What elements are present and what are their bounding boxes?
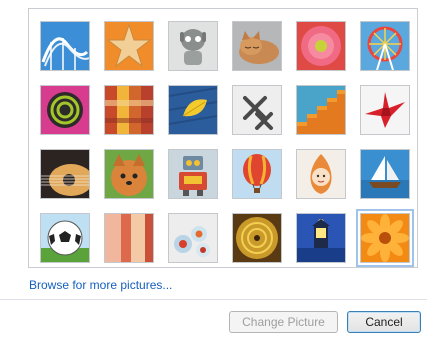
picture-sailboat[interactable]: [360, 149, 410, 199]
picture-doll[interactable]: [296, 149, 346, 199]
pink-flower-image: [297, 22, 345, 70]
picture-roller-coaster[interactable]: [40, 21, 90, 71]
change-picture-button[interactable]: Change Picture: [229, 311, 338, 333]
orange-flower-image: [361, 214, 409, 262]
picture-paper-crane[interactable]: [360, 85, 410, 135]
paper-crane-image: [361, 86, 409, 134]
picture-ferris-wheel[interactable]: [360, 21, 410, 71]
robot-image: [169, 22, 217, 70]
lighthouse-image: [297, 214, 345, 262]
tin-robot-image: [169, 150, 217, 198]
picture-soccer-ball[interactable]: [40, 213, 90, 263]
roller-coaster-image: [41, 22, 89, 70]
picture-pink-flower[interactable]: [296, 21, 346, 71]
picture-guitar[interactable]: [40, 149, 90, 199]
button-bar-divider: [0, 299, 427, 300]
puppy-image: [105, 150, 153, 198]
cancel-button[interactable]: Cancel: [347, 311, 421, 333]
picture-cloth[interactable]: [104, 213, 154, 263]
jacks-image: [233, 86, 281, 134]
leaf-image: [169, 86, 217, 134]
soccer-ball-image: [41, 214, 89, 262]
starfish-image: [105, 22, 153, 70]
hot-air-balloon-image: [233, 150, 281, 198]
fan-image: [233, 214, 281, 262]
ball-image: [41, 86, 89, 134]
picture-gallery: [28, 8, 418, 268]
cloth-image: [105, 214, 153, 262]
guitar-image: [41, 150, 89, 198]
picture-robot[interactable]: [168, 21, 218, 71]
picture-ball[interactable]: [40, 85, 90, 135]
picture-hot-air-balloon[interactable]: [232, 149, 282, 199]
picture-fabric[interactable]: [104, 85, 154, 135]
picture-stairs[interactable]: [296, 85, 346, 135]
kitten-image: [233, 22, 281, 70]
picture-leaf[interactable]: [168, 85, 218, 135]
fabric-image: [105, 86, 153, 134]
picture-kitten[interactable]: [232, 21, 282, 71]
picture-marbles[interactable]: [168, 213, 218, 263]
picture-fan[interactable]: [232, 213, 282, 263]
picture-jacks[interactable]: [232, 85, 282, 135]
marbles-image: [169, 214, 217, 262]
picture-orange-flower[interactable]: [356, 209, 414, 267]
picture-lighthouse[interactable]: [296, 213, 346, 263]
browse-pictures-link[interactable]: Browse for more pictures...: [29, 278, 172, 292]
stairs-image: [297, 86, 345, 134]
sailboat-image: [361, 150, 409, 198]
doll-image: [297, 150, 345, 198]
ferris-wheel-image: [361, 22, 409, 70]
picture-tin-robot[interactable]: [168, 149, 218, 199]
picture-puppy[interactable]: [104, 149, 154, 199]
picture-starfish[interactable]: [104, 21, 154, 71]
